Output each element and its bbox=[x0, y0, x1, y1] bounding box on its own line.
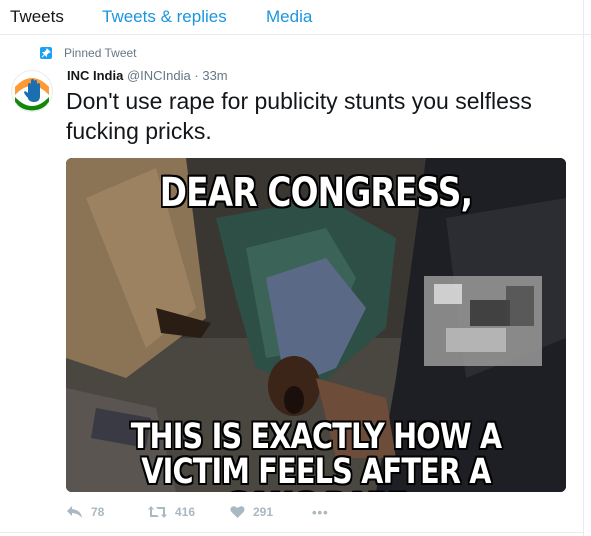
more-icon: ••• bbox=[312, 504, 329, 520]
meme-caption-top: DEAR CONGRESS, bbox=[159, 170, 473, 216]
tweet-divider bbox=[0, 532, 584, 533]
separator-dot: · bbox=[194, 68, 199, 83]
profile-tabs: Tweets Tweets & replies Media bbox=[0, 0, 591, 35]
tab-tweets-and-replies[interactable]: Tweets & replies bbox=[102, 7, 227, 27]
more-actions-button[interactable]: ••• bbox=[312, 505, 329, 520]
user-handle[interactable]: @INCIndia bbox=[127, 68, 191, 83]
reply-icon bbox=[67, 506, 82, 518]
tab-tweets[interactable]: Tweets bbox=[10, 7, 64, 27]
pinned-tweet-indicator: Pinned Tweet bbox=[40, 45, 137, 61]
heart-icon bbox=[230, 506, 245, 518]
timestamp[interactable]: 33m bbox=[202, 68, 227, 83]
like-count: 291 bbox=[253, 505, 274, 519]
avatar[interactable] bbox=[11, 70, 53, 112]
tweet-media-image[interactable]: DEAR CONGRESS, THIS IS EXACTLY HOW A VIC… bbox=[66, 158, 566, 492]
column-divider bbox=[583, 0, 584, 536]
retweet-count: 416 bbox=[175, 505, 196, 519]
tweet-actions: 78 416 291 ••• bbox=[66, 503, 329, 521]
display-name[interactable]: INC India bbox=[67, 68, 123, 83]
tab-media[interactable]: Media bbox=[266, 7, 312, 27]
meme-caption-bottom-line1: THIS IS EXACTLY HOW A bbox=[130, 417, 502, 457]
reply-count: 78 bbox=[91, 505, 105, 519]
like-button[interactable]: 291 bbox=[230, 505, 312, 519]
meme-caption-bottom-line2: VICTIM FEELS AFTER A GANG RAPE bbox=[141, 452, 491, 493]
retweet-button[interactable]: 416 bbox=[148, 505, 230, 519]
pin-icon bbox=[40, 47, 52, 59]
reply-button[interactable]: 78 bbox=[66, 505, 148, 519]
tweet-text: Don't use rape for publicity stunts you … bbox=[66, 88, 532, 144]
pinned-tweet-label: Pinned Tweet bbox=[64, 46, 137, 60]
meme-caption-bottom: THIS IS EXACTLY HOW A VICTIM FEELS AFTER… bbox=[111, 417, 521, 493]
tweet-header: INC India @INCIndia · 33m bbox=[67, 68, 228, 83]
retweet-icon bbox=[148, 506, 167, 518]
